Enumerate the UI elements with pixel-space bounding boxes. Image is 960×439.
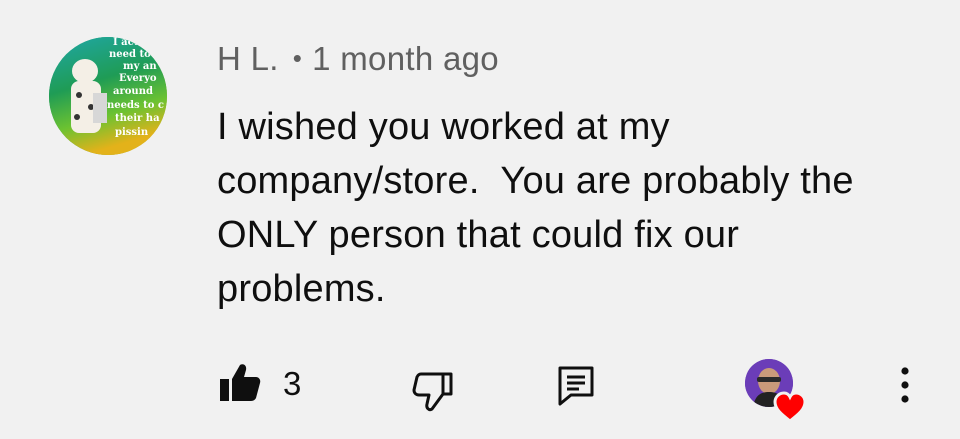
comment-header: H L. • 1 month ago <box>217 40 499 78</box>
avatar-text-1: I act <box>113 37 139 48</box>
avatar-text-4: Everyo <box>119 73 157 84</box>
more-options-button[interactable] <box>890 363 920 407</box>
comment-text: I wished you worked at my company/store.… <box>217 106 865 310</box>
comment-timestamp[interactable]: 1 month ago <box>312 40 499 77</box>
like-button[interactable] <box>218 361 262 405</box>
avatar-text-6: needs to c <box>107 100 164 111</box>
author-name[interactable]: H L. <box>217 40 279 77</box>
author-avatar[interactable]: I act need to my an Everyo around needs … <box>49 37 167 155</box>
creator-heart <box>745 359 807 425</box>
more-vertical-icon <box>901 367 909 403</box>
avatar-image: I act need to my an Everyo around needs … <box>49 37 167 155</box>
thumbs-down-icon <box>412 372 453 412</box>
avatar-text-2: need to <box>109 49 151 60</box>
dislike-button[interactable] <box>412 371 454 413</box>
avatar-text-7: their ha <box>115 113 160 124</box>
separator-dot: • <box>292 43 303 73</box>
comment-icon <box>558 366 594 406</box>
thumbs-up-icon <box>220 364 261 401</box>
reply-button[interactable] <box>557 365 597 407</box>
comment: I act need to my an Everyo around needs … <box>0 0 960 439</box>
avatar-text-8: pissin <box>115 127 149 138</box>
like-count: 3 <box>283 365 302 402</box>
comment-actions: 3 <box>0 355 960 423</box>
heart-icon <box>773 391 807 423</box>
avatar-text-3: my an <box>123 61 157 72</box>
avatar-text-5: around <box>113 86 153 97</box>
